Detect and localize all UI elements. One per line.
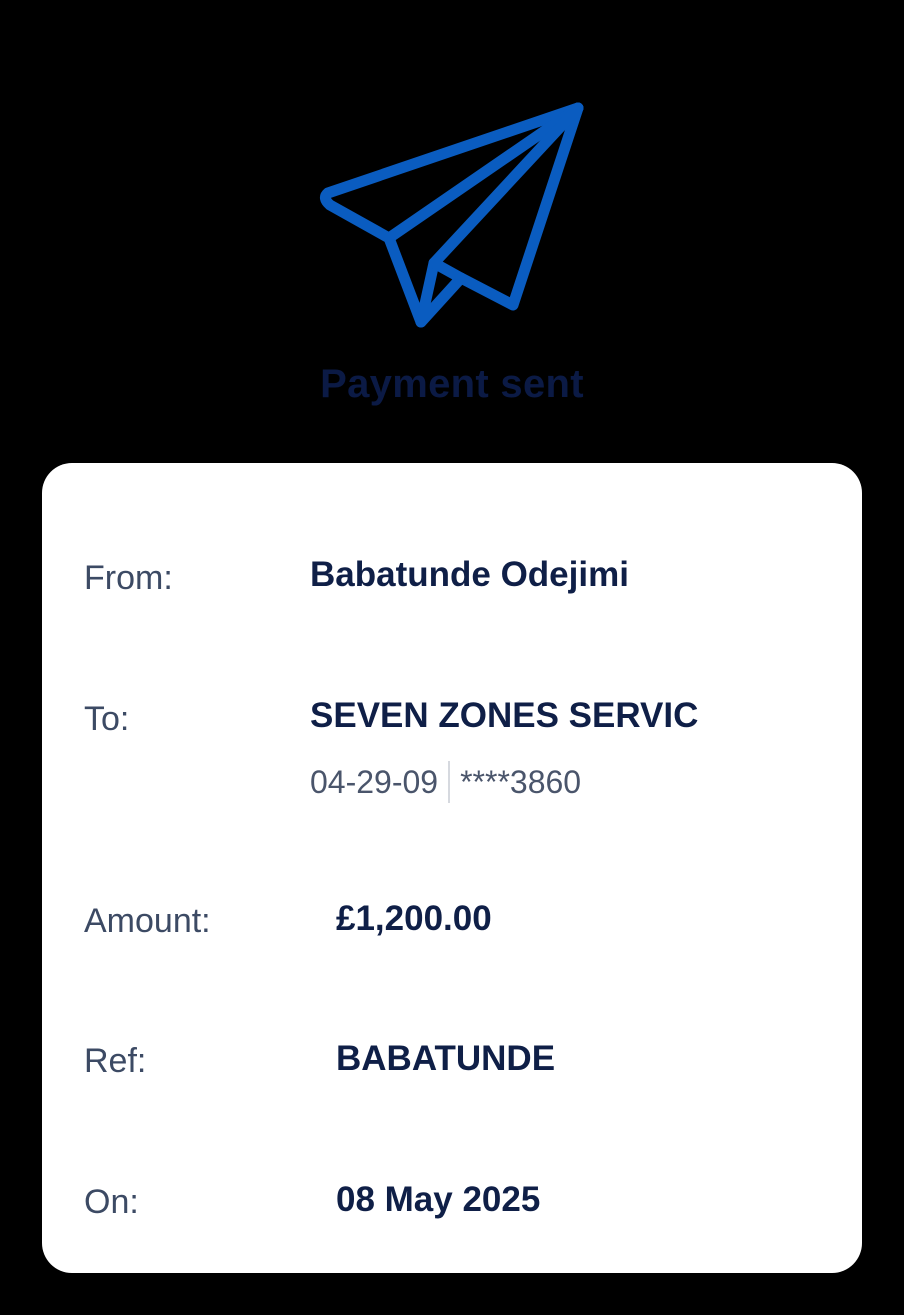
paper-plane-icon <box>319 102 584 328</box>
date-label: On: <box>84 1183 139 1221</box>
account-divider <box>448 761 451 803</box>
date-value: 08 May 2025 <box>336 1180 541 1219</box>
page-title: Payment sent <box>320 362 584 406</box>
ref-value: BABATUNDE <box>336 1039 556 1078</box>
amount-value: £1,200.00 <box>336 899 492 938</box>
payment-details-card: From: Babatunde Odejimi To: SEVEN ZONES … <box>42 463 862 1273</box>
to-label: To: <box>84 700 130 738</box>
sort-code: 04-29-09 <box>310 763 439 800</box>
recipient-account-info: 04-29-09 ****3860 <box>310 761 581 803</box>
from-label: From: <box>84 559 173 597</box>
from-value: Babatunde Odejimi <box>310 555 629 594</box>
to-value: SEVEN ZONES SERVIC <box>310 696 699 735</box>
account-number: ****3860 <box>460 763 582 800</box>
ref-label: Ref: <box>84 1042 147 1080</box>
amount-label: Amount: <box>84 902 211 940</box>
